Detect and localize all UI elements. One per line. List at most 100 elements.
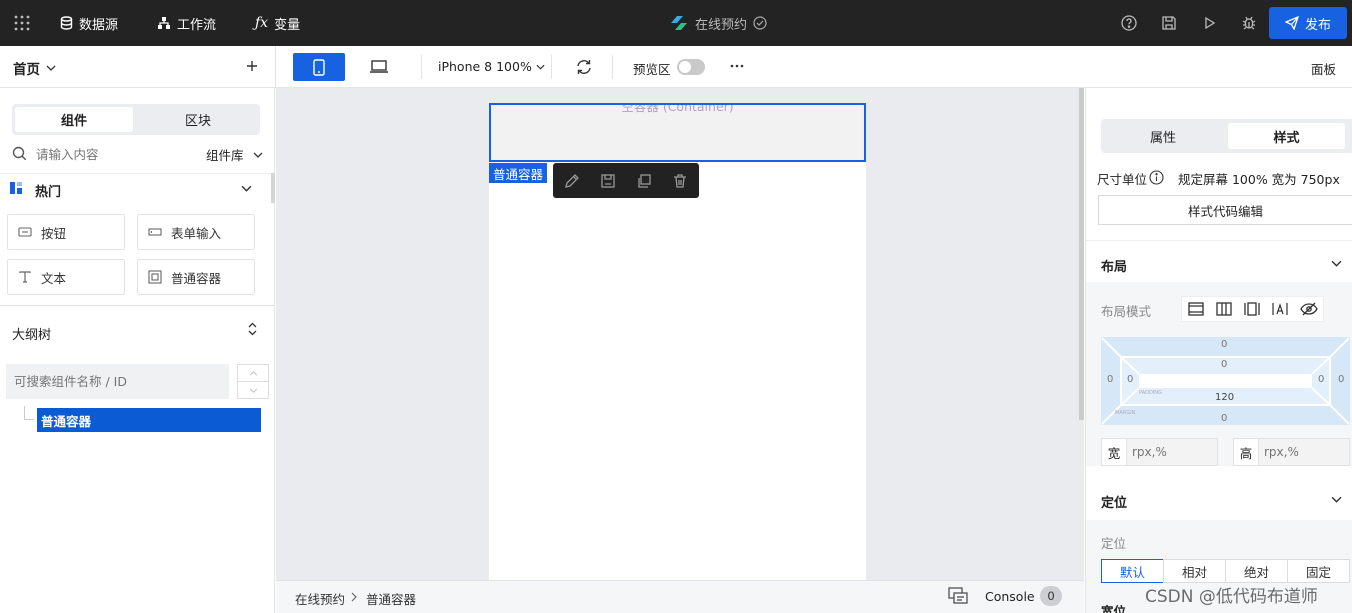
chevron-down-icon[interactable] <box>238 382 268 398</box>
device-selector[interactable]: iPhone 8 100% <box>438 59 545 74</box>
copy-icon[interactable] <box>635 172 653 190</box>
save-icon[interactable] <box>599 172 617 190</box>
component-button[interactable]: 按钮 <box>7 214 125 250</box>
outline-title: 大纲树 <box>12 328 52 343</box>
app-title: 在线预约 <box>669 0 767 46</box>
chevron-right-icon <box>351 592 357 602</box>
publish-button[interactable]: 发布 <box>1269 7 1347 39</box>
layout-inline-block-icon[interactable] <box>1244 302 1260 316</box>
content-value[interactable]: 120 <box>1215 392 1234 403</box>
tree-node-container[interactable]: 普通容器 <box>37 408 261 432</box>
chevron-down-icon <box>1331 496 1342 503</box>
layout-flex-icon[interactable] <box>1216 302 1232 316</box>
margin-left-value[interactable]: 0 <box>1107 374 1113 385</box>
position-section-title: 定位 <box>1101 496 1128 511</box>
left-panel: 组件 区块 组件库 热门 按钮 表单输入 文本 普通容器 大纲树 <box>0 88 275 613</box>
width-input[interactable] <box>1132 445 1217 459</box>
component-label: 按钮 <box>41 225 67 241</box>
position-section-header[interactable]: 定位 <box>1086 478 1352 518</box>
layout-section-header[interactable]: 布局 <box>1086 240 1352 280</box>
layout-inline-icon[interactable] <box>1272 302 1288 316</box>
chevron-up-icon[interactable] <box>238 365 268 382</box>
app-logo-icon <box>671 16 687 30</box>
position-label: 定位 <box>1101 536 1127 551</box>
library-selector[interactable]: 组件库 <box>206 145 263 164</box>
mobile-view-button[interactable] <box>293 53 345 81</box>
design-canvas: 空容器 (Container) 普通容器 在线预约 普通容器 Console 0 <box>276 88 1084 613</box>
workflow-menu[interactable]: 工作流 <box>157 0 216 46</box>
padding-top-value[interactable]: 0 <box>1221 359 1227 370</box>
preview-label: 预览区 <box>633 62 671 77</box>
tab-properties[interactable]: 属性 <box>1104 123 1222 149</box>
canvas-scrollbar[interactable] <box>1079 88 1084 420</box>
outline-stepper[interactable] <box>237 364 269 399</box>
margin-right-value[interactable]: 0 <box>1338 374 1344 385</box>
container-hint: 空容器 (Container) <box>621 103 734 114</box>
phone-icon <box>313 58 325 76</box>
function-icon: ƒx <box>255 15 269 31</box>
refresh-icon[interactable] <box>575 58 593 76</box>
component-action-bar <box>553 163 699 198</box>
breadcrumb-component[interactable]: 普通容器 <box>366 589 416 608</box>
outline-search-input[interactable] <box>6 364 229 399</box>
database-icon <box>60 16 73 30</box>
console-icon[interactable] <box>948 587 968 605</box>
box-model-editor[interactable]: 0 0 0 0 0 0 PADDING 120 MARGIN 0 <box>1101 337 1350 425</box>
scrollbar[interactable] <box>271 173 275 203</box>
selected-component-tag: 普通容器 <box>489 163 548 183</box>
component-form-input[interactable]: 表单输入 <box>137 214 255 250</box>
datasource-menu[interactable]: 数据源 <box>60 0 118 46</box>
console-count-badge: 0 <box>1040 586 1062 606</box>
watermark: CSDN @低代码布道师 <box>1145 587 1318 607</box>
play-icon[interactable] <box>1199 13 1219 33</box>
app-grid-icon[interactable] <box>12 13 32 33</box>
position-default-option[interactable]: 默认 <box>1101 559 1164 583</box>
component-search-input[interactable] <box>36 144 186 164</box>
tab-components[interactable]: 组件 <box>15 107 133 132</box>
bug-icon[interactable] <box>1239 13 1259 33</box>
panel-toggle[interactable]: 面板 <box>1311 59 1336 78</box>
console-label[interactable]: Console <box>985 589 1035 604</box>
height-field[interactable]: 高 <box>1233 438 1350 466</box>
preview-toggle[interactable] <box>677 59 705 75</box>
position-relative-option[interactable]: 相对 <box>1163 559 1226 583</box>
delete-icon[interactable] <box>671 172 689 190</box>
margin-top-value[interactable]: 0 <box>1221 339 1227 350</box>
empty-container[interactable]: 空容器 (Container) <box>489 103 866 162</box>
save-icon[interactable] <box>1159 13 1179 33</box>
style-code-edit-button[interactable]: 样式代码编辑 <box>1098 195 1352 225</box>
tab-styles[interactable]: 样式 <box>1228 123 1345 149</box>
page-selector[interactable]: 首页 <box>13 58 56 78</box>
variables-label: 变量 <box>274 17 301 33</box>
breadcrumb-app[interactable]: 在线预约 <box>295 589 345 608</box>
chevron-down-icon[interactable] <box>241 185 252 192</box>
help-icon[interactable] <box>1119 13 1139 33</box>
add-page-icon[interactable] <box>244 58 260 74</box>
position-absolute-option[interactable]: 绝对 <box>1225 559 1288 583</box>
position-fixed-option[interactable]: 固定 <box>1287 559 1350 583</box>
collapse-expand-icon[interactable] <box>247 322 258 336</box>
device-label: iPhone 8 100% <box>438 59 532 74</box>
component-container[interactable]: 普通容器 <box>137 259 255 295</box>
padding-right-value[interactable]: 0 <box>1318 374 1324 385</box>
margin-bottom-value[interactable]: 0 <box>1221 413 1227 424</box>
component-text[interactable]: 文本 <box>7 259 125 295</box>
info-icon[interactable] <box>1149 170 1164 185</box>
tab-blocks[interactable]: 区块 <box>139 107 257 132</box>
width-field[interactable]: 宽 <box>1101 438 1218 466</box>
desktop-view-button[interactable] <box>369 59 389 75</box>
chevron-down-icon <box>253 152 262 158</box>
layout-block-icon[interactable] <box>1188 302 1204 316</box>
more-icon[interactable] <box>729 58 745 74</box>
hidden-eye-icon[interactable] <box>1300 302 1318 316</box>
layout-mode-label: 布局模式 <box>1101 304 1152 319</box>
padding-left-value[interactable]: 0 <box>1127 374 1133 385</box>
variables-menu[interactable]: ƒx 变量 <box>255 0 300 46</box>
right-panel: 属性 样式 尺寸单位 规定屏幕 100% 宽为 750px 样式代码编辑 布局 … <box>1085 88 1352 613</box>
editor-toolbar: 首页 iPhone 8 100% 预览区 面板 <box>0 46 1352 88</box>
edit-icon[interactable] <box>563 172 581 190</box>
publish-label: 发布 <box>1304 17 1331 33</box>
height-input[interactable] <box>1264 445 1349 459</box>
height-label: 高 <box>1234 439 1259 465</box>
layout-section-title: 布局 <box>1101 260 1128 275</box>
